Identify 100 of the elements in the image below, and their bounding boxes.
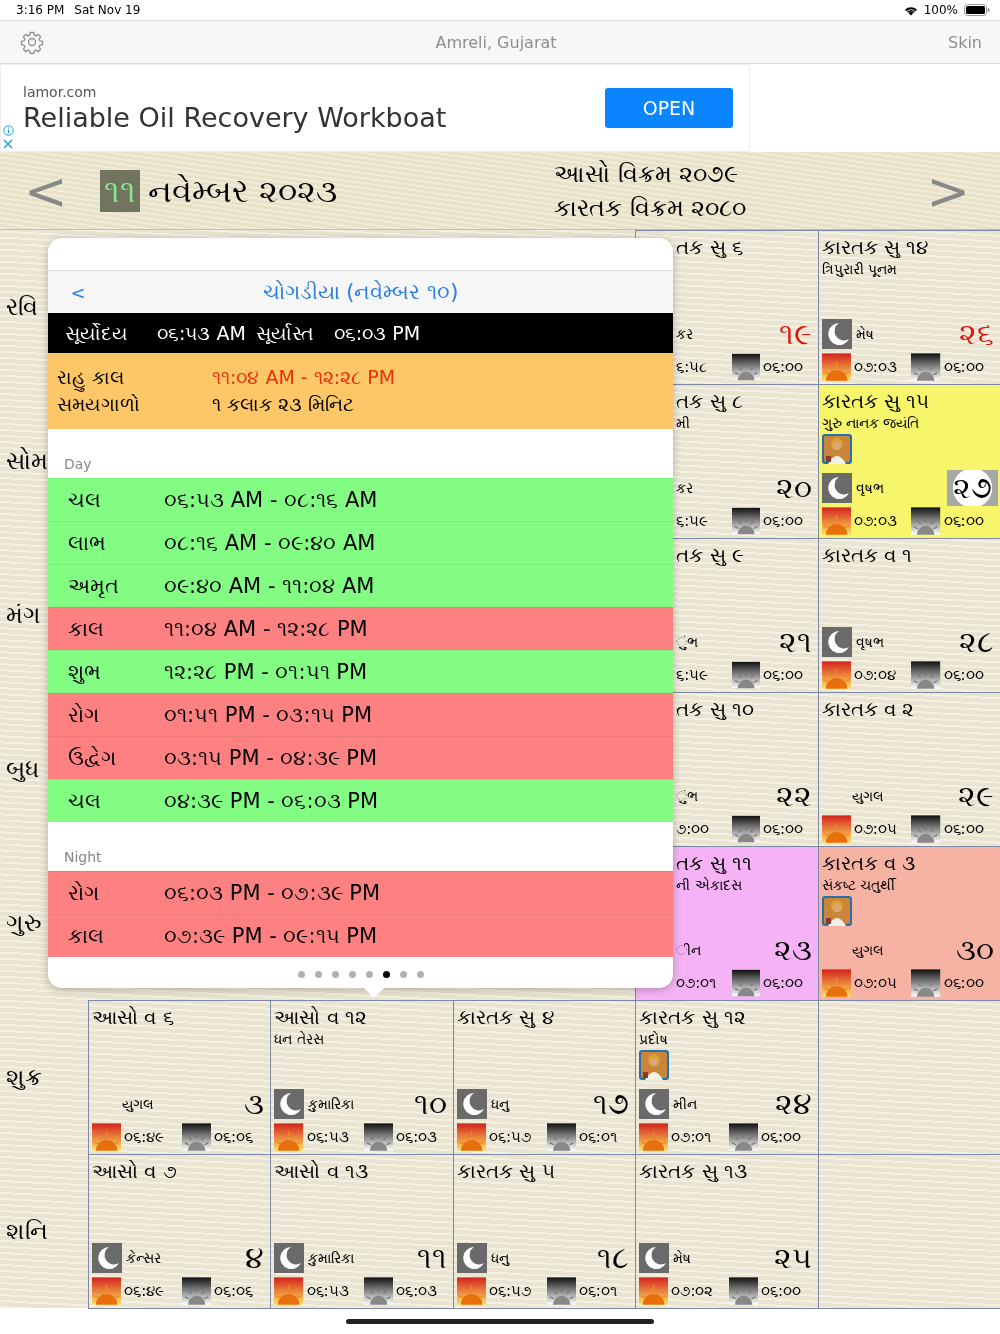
choghadiya-name: રોગ	[68, 881, 100, 905]
date-number: ૨૧	[777, 624, 813, 660]
page-dot[interactable]	[331, 970, 339, 978]
open-button[interactable]: OPEN	[605, 88, 733, 128]
tithi-label: કારતક સુ ૧૨	[639, 1004, 747, 1030]
sunset-time: ૦૬:૦૦	[763, 820, 805, 838]
sunset-icon	[911, 815, 941, 843]
sunset-icon	[911, 969, 941, 997]
page-dot[interactable]	[348, 970, 356, 978]
weekday-label: શનિ	[6, 1217, 48, 1245]
sunset-icon	[181, 1123, 211, 1151]
zodiac-label: યુગલ	[850, 787, 885, 805]
sunrise-time: ૦૬:૪૯	[124, 1128, 166, 1146]
wifi-icon	[903, 4, 918, 16]
tithi-label: આસો વ ૭	[92, 1158, 178, 1184]
samvat-label: આસો વિક્રમ ૨૦૭૯	[554, 158, 739, 190]
sunrise-time: ૬:૫૯	[676, 512, 710, 530]
day-cell[interactable]: કારતક સુ ૧૫ ગુરુ નાનક જયંતિ વૃષભ ૨૭ ૦૭:૦૩ ૦૬:૦૦	[817, 384, 1000, 539]
tithi-label: તક સુ ૧૦	[676, 696, 755, 722]
zodiac-label: મેષ	[855, 325, 875, 343]
status-time: 3:16 PM	[16, 3, 65, 17]
zodiac-label: ુંભ	[676, 633, 700, 651]
sunrise-time: ૦૭:૦૩	[853, 358, 898, 376]
choghadiya-name: શુભ	[68, 660, 102, 684]
sunrise-icon	[274, 1277, 304, 1305]
sunset-icon	[364, 1277, 394, 1305]
day-cell[interactable]: આસો વ ૬ યુગલ ૩ ૦૬:૪૯ ૦૬:૦૬	[88, 1000, 272, 1155]
sunrise-time: ૦૬:૫૩	[306, 1128, 350, 1146]
tithi-label: કારતક વ ૩	[821, 850, 917, 876]
sunrise-icon	[274, 1123, 304, 1151]
choghadiya-name: અમૃત	[68, 574, 120, 598]
tithi-label: કારતક સુ ૧૫	[821, 388, 931, 414]
weekday-label: ગુરુ	[6, 909, 42, 937]
sunset-label: સૂર્યાસ્ત	[255, 321, 314, 345]
sunset-icon	[181, 1277, 211, 1305]
choghadiya-name: રોગ	[68, 703, 100, 727]
tithi-label: તક સુ ૮	[676, 388, 744, 414]
sunrise-label: સૂર્યોદય	[65, 321, 129, 345]
page-dot[interactable]	[416, 970, 424, 978]
zodiac-label: વૃષભ	[855, 479, 885, 497]
day-cell[interactable]: કારતક વ ૩ સંકષ્ટ ચતુર્થી યુગલ ૩૦ ૦૭:૦૫ ૦૬:૦૦	[817, 846, 1000, 1001]
choghadiya-name: લાભ	[68, 531, 107, 555]
settings-icon[interactable]	[20, 30, 44, 54]
sunset-time: ૦૬:૦૦	[763, 666, 805, 684]
zodiac-label: કુમારિકા	[308, 1249, 356, 1267]
date-number: ૧૭	[592, 1086, 631, 1122]
weekday-label: બુધ	[6, 755, 39, 783]
date-number: ૧૧	[415, 1240, 448, 1276]
sunset-icon	[546, 1277, 576, 1305]
zodiac-label: મેષ	[673, 1249, 693, 1267]
zodiac-label: ીન	[676, 941, 703, 959]
page-dot[interactable]	[399, 970, 407, 978]
festival-label: ગુરુ નાનક જયંતિ	[821, 414, 921, 432]
date-number: ૩૦	[955, 932, 995, 968]
sunrise-time: ૦૬:૫૩	[306, 1282, 350, 1300]
page-dot[interactable]	[365, 970, 373, 978]
ad-banner[interactable]: lamor.com Reliable Oil Recovery Workboat OPEN	[0, 64, 750, 152]
sunset-time: ૦૬:૦૩	[396, 1282, 439, 1300]
date-number: ૨૩	[772, 932, 813, 968]
close-icon[interactable]	[3, 139, 13, 149]
battery-icon	[964, 4, 990, 16]
sunset-time: ૦૬:૦૦	[943, 820, 985, 838]
date-number: ૧૦	[412, 1086, 448, 1122]
time-range: ૦૩:૧૫ PM - ૦૪:૩૯ PM	[164, 746, 377, 770]
sunrise-time: ૦૭:૦૩	[853, 512, 898, 530]
tithi-label: કારતક વ ૧	[821, 542, 914, 568]
festival-label: મી	[676, 414, 692, 432]
sunset-icon	[731, 969, 760, 997]
date-number: ૪	[244, 1240, 266, 1276]
sunrise-time: ૦૬:૫૭	[489, 1128, 533, 1146]
page-dot[interactable]	[297, 970, 305, 978]
back-button[interactable]: <	[64, 281, 92, 303]
sunrise-time: ૬:૫૯	[676, 666, 710, 684]
tithi-label: કારતક વ ૨	[821, 696, 916, 722]
sunset-icon	[731, 661, 760, 689]
zodiac-label: ધનુ	[490, 1095, 511, 1113]
rahu-kaal-time: ૧૧:૦૪ AM - ૧૨:૨૮ PM	[212, 366, 396, 389]
page-dot[interactable]	[314, 970, 322, 978]
sunset-time: ૦૬:૦૦	[761, 1128, 803, 1146]
choghadiya-name: કાલ	[68, 617, 105, 641]
sunrise-value: ૦૬:૫૩ AM	[157, 321, 246, 345]
zodiac-label: વૃષભ	[855, 633, 885, 651]
info-icon[interactable]	[3, 125, 14, 136]
sunrise-icon	[456, 1277, 486, 1305]
time-range: ૦૭:૩૯ PM - ૦૯:૧૫ PM	[164, 924, 377, 948]
sunset-time: ૦૬:૦૦	[763, 974, 805, 992]
weekday-label: મંગ	[6, 601, 41, 629]
sunset-time: ૦૬:૦૦	[943, 512, 985, 530]
sunrise-icon	[821, 969, 851, 997]
date-number: ૩	[243, 1086, 266, 1122]
tithi-label: તક સુ ૬	[676, 234, 744, 260]
time-range: ૦૮:૧૬ AM - ૦૯:૪૦ AM	[164, 531, 376, 555]
sunset-time: ૦૬:૦૬	[213, 1282, 254, 1300]
page-dot[interactable]	[382, 970, 390, 978]
zodiac-label: યુગલ	[121, 1095, 155, 1113]
day-cell[interactable]: આસો વ ૭ કેન્સર ૪ ૦૬:૪૯ ૦૬:૦૬	[88, 1154, 272, 1309]
time-range: ૧૧:૦૪ AM - ૧૨:૨૮ PM	[164, 617, 368, 641]
sunset-icon	[731, 353, 760, 381]
tithi-label: આસો વ ૧૨	[274, 1004, 369, 1030]
sunset-value: ૦૬:૦૩ PM	[333, 321, 421, 345]
